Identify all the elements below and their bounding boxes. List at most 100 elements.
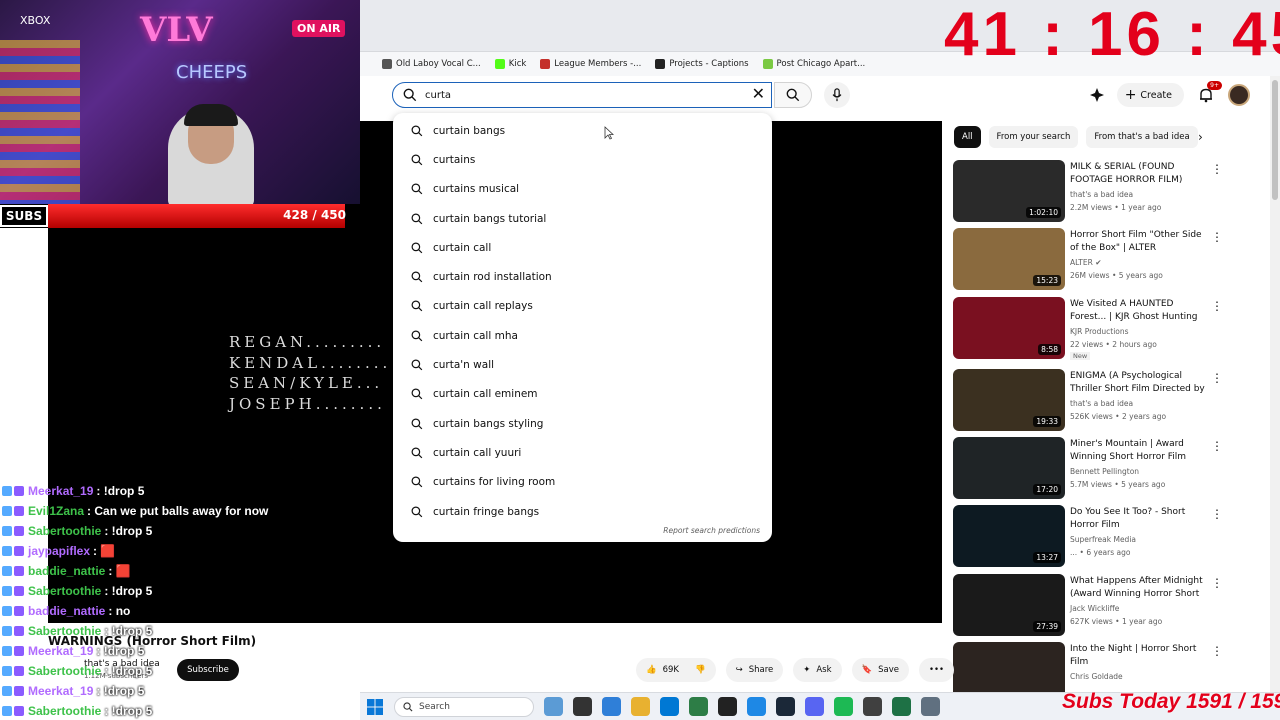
chevron-right-icon[interactable]: › (1198, 130, 1203, 144)
recommended-video[interactable]: 17:20 Miner's Mountain | Award Winning Sh… (953, 437, 1253, 501)
recommended-video[interactable]: 1:02:10 MILK & SERIAL (FOUND FOOTAGE HORR… (953, 160, 1253, 224)
channel-name[interactable]: Chris Goldade (1070, 672, 1123, 681)
filter-chip[interactable]: From your search (988, 126, 1079, 148)
thumbs-down-icon[interactable]: 👎 (695, 665, 706, 675)
taskbar-app-icon[interactable] (631, 697, 650, 716)
search-suggestion[interactable]: curtains for living room (393, 468, 772, 497)
bookmark-item[interactable]: Post Chicago Apart... (762, 59, 865, 69)
kebab-menu-icon[interactable]: ⋮ (1211, 576, 1223, 590)
video-thumbnail[interactable]: 19:33 (953, 369, 1065, 431)
share-button[interactable]: ↪ Share (725, 658, 784, 682)
bookmark-item[interactable]: Projects - Captions (655, 59, 749, 69)
taskbar-app-icon[interactable] (544, 697, 563, 716)
channel-name[interactable]: Jack Wickliffe (1070, 604, 1119, 613)
search-suggestion[interactable]: curtain call eminem (393, 380, 772, 409)
search-suggestion[interactable]: curtains musical (393, 175, 772, 204)
recommended-video[interactable]: 8:58 We Visited A HAUNTED Forest... | KJR… (953, 297, 1253, 361)
search-button[interactable] (774, 82, 812, 108)
scrollbar-thumb[interactable] (1272, 80, 1278, 200)
taskbar-app-icon[interactable] (805, 697, 824, 716)
gemini-icon[interactable] (1089, 87, 1105, 103)
taskbar-app-icon[interactable] (776, 697, 795, 716)
video-title[interactable]: ENIGMA (A Psychological Thriller Short F… (1070, 370, 1210, 396)
taskbar-app-icon[interactable] (660, 697, 679, 716)
search-suggestion[interactable]: curtain call replays (393, 292, 772, 321)
taskbar-search[interactable]: Search (394, 697, 534, 717)
taskbar-app-icon[interactable] (602, 697, 621, 716)
kebab-menu-icon[interactable]: ⋮ (1211, 162, 1223, 176)
taskbar-app-icon[interactable] (834, 697, 853, 716)
clear-search-icon[interactable]: ✕ (752, 87, 765, 103)
video-title[interactable]: MILK & SERIAL (FOUND FOOTAGE HORROR FILM… (1070, 161, 1210, 187)
video-thumbnail[interactable]: 13:27 (953, 505, 1065, 567)
search-suggestion[interactable]: curtains (393, 145, 772, 174)
kebab-menu-icon[interactable]: ⋮ (1211, 230, 1223, 244)
search-suggestion[interactable]: curta'n wall (393, 350, 772, 379)
search-box[interactable]: ✕ (392, 82, 772, 108)
recommended-video[interactable]: 19:33 ENIGMA (A Psychological Thriller Sh… (953, 369, 1253, 433)
video-title[interactable]: Horror Short Film "Other Side of the Box… (1070, 229, 1210, 255)
video-thumbnail[interactable]: 15:23 (953, 228, 1065, 290)
search-suggestion[interactable]: curtain bangs (393, 116, 772, 145)
account-avatar[interactable] (1228, 84, 1250, 106)
search-suggestion[interactable]: curtain bangs tutorial (393, 204, 772, 233)
chat-text: : 🟥 (108, 564, 131, 578)
ask-button[interactable]: ✦ Ask (793, 658, 842, 682)
chat-username: Sabertoothie (28, 664, 102, 678)
bookmark-label: Kick (508, 59, 527, 69)
video-thumbnail[interactable]: 17:20 (953, 437, 1065, 499)
voice-search-button[interactable] (824, 82, 850, 108)
windows-start-icon[interactable] (366, 698, 384, 716)
recommended-video[interactable]: 13:27 Do You See It Too? - Short Horror F… (953, 505, 1253, 569)
taskbar-app-icon[interactable] (747, 697, 766, 716)
recommended-video[interactable]: 27:39 What Happens After Midnight (Award … (953, 574, 1253, 638)
filter-chip[interactable]: From that's a bad idea (1086, 126, 1198, 148)
search-suggestion[interactable]: curtain rod installation (393, 262, 772, 291)
taskbar-app-icon[interactable] (718, 697, 737, 716)
taskbar-app-icon[interactable] (921, 697, 940, 716)
taskbar-app-icon[interactable] (573, 697, 592, 716)
video-title[interactable]: Miner's Mountain | Award Winning Short H… (1070, 438, 1210, 464)
kebab-menu-icon[interactable]: ⋮ (1211, 299, 1223, 313)
bookmark-item[interactable]: Kick (494, 59, 527, 69)
report-predictions-link[interactable]: Report search predictions (663, 526, 760, 535)
kebab-menu-icon[interactable]: ⋮ (1211, 507, 1223, 521)
video-title[interactable]: What Happens After Midnight (Award Winni… (1070, 575, 1210, 601)
search-suggestion[interactable]: curtain call yuuri (393, 438, 772, 467)
channel-name[interactable]: KJR Productions (1070, 327, 1129, 336)
video-title[interactable]: Do You See It Too? - Short Horror Film (1070, 506, 1210, 532)
filter-chip[interactable]: All (954, 126, 981, 148)
channel-name[interactable]: Superfreak Media (1070, 535, 1136, 544)
kebab-menu-icon[interactable]: ⋮ (1211, 371, 1223, 385)
kebab-menu-icon[interactable]: ⋮ (1211, 439, 1223, 453)
channel-name[interactable]: ALTER ✔ (1070, 258, 1101, 267)
search-suggestion[interactable]: curtain call mha (393, 321, 772, 350)
taskbar-app-icon[interactable] (892, 697, 911, 716)
like-button[interactable]: 👍 69K 👎 (636, 658, 716, 682)
search-input[interactable] (425, 89, 725, 101)
more-actions-button[interactable]: ••• (919, 658, 955, 682)
create-button[interactable]: + Create (1116, 83, 1184, 107)
search-suggestion[interactable]: curtain fringe bangs (393, 497, 772, 526)
video-title[interactable]: Into the Night | Horror Short Film (1070, 643, 1210, 669)
video-thumbnail[interactable]: 1:02:10 (953, 160, 1065, 222)
search-icon (411, 300, 423, 312)
kebab-menu-icon[interactable]: ⋮ (1211, 644, 1223, 658)
search-suggestion[interactable]: curtain call (393, 233, 772, 262)
search-suggestion[interactable]: curtain bangs styling (393, 409, 772, 438)
recommended-video[interactable]: 15:23 Horror Short Film "Other Side of th… (953, 228, 1253, 292)
channel-name[interactable]: that's a bad idea (1070, 190, 1133, 199)
taskbar-app-icon[interactable] (863, 697, 882, 716)
video-title[interactable]: We Visited A HAUNTED Forest... | KJR Gho… (1070, 298, 1210, 324)
bookmark-item[interactable]: League Members -... (540, 59, 641, 69)
channel-name[interactable]: Bennett Pellington (1070, 467, 1139, 476)
taskbar-app-icon[interactable] (689, 697, 708, 716)
page-scrollbar[interactable] (1270, 76, 1280, 692)
video-thumbnail[interactable]: 8:58 (953, 297, 1065, 359)
video-thumbnail[interactable]: 27:39 (953, 574, 1065, 636)
bookmark-item[interactable]: Old Laboy Vocal C... (382, 59, 481, 69)
save-button[interactable]: 🔖 Save (851, 658, 909, 682)
channel-name[interactable]: that's a bad idea (1070, 399, 1133, 408)
on-air-sign: ON AIR (292, 20, 346, 37)
notifications-button[interactable]: 9+ (1196, 81, 1222, 105)
